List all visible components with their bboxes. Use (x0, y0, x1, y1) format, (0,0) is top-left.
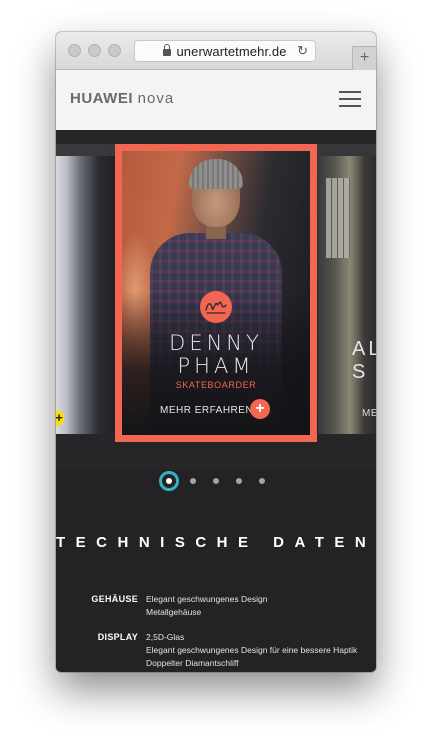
browser-window: unerwartetmehr.de ↻ + HUAWEI nova + AL S… (56, 32, 376, 672)
carousel-card-next[interactable]: AL S ME (318, 156, 376, 434)
person-beanie (189, 159, 243, 189)
next-card-name-line1: AL (352, 338, 376, 360)
zoom-window-button[interactable] (108, 44, 121, 57)
tech-specs-heading: TECHNISCHE DATEN (56, 534, 376, 551)
more-info-label: MEHR ERFAHREN (160, 405, 254, 416)
previous-card-plus-icon[interactable]: + (56, 410, 64, 426)
ambassador-photo: DENNY PHAM SKATEBOARDER MEHR ERFAHREN + (122, 151, 310, 435)
url-text: unerwartetmehr.de (176, 43, 287, 59)
close-window-button[interactable] (68, 44, 81, 57)
browser-titlebar: unerwartetmehr.de ↻ + (56, 32, 376, 70)
spec-value-line: 2,5D-Glas (146, 632, 185, 642)
carousel-dot-5[interactable] (259, 478, 265, 484)
lock-icon (163, 43, 172, 56)
logo-brand: HUAWEI (70, 90, 133, 107)
reload-icon[interactable]: ↻ (297, 44, 308, 58)
next-card-more-link[interactable]: ME (362, 408, 376, 419)
logo-model: nova (137, 90, 175, 107)
site-header: HUAWEI nova (56, 70, 376, 130)
huawei-nova-logo[interactable]: HUAWEI nova (70, 90, 174, 107)
carousel-dot-2[interactable] (190, 478, 196, 484)
spec-value-line: Elegant geschwungenes Design für eine be… (146, 645, 358, 655)
minimize-window-button[interactable] (88, 44, 101, 57)
signature-logo-icon (200, 291, 232, 323)
carousel-dot-3[interactable] (213, 478, 219, 484)
new-tab-button[interactable]: + (352, 46, 376, 70)
spec-label-housing: GEHÄUSE (91, 594, 138, 604)
spec-label-display: DISPLAY (97, 632, 138, 642)
more-info-link[interactable]: MEHR ERFAHREN + (122, 399, 310, 421)
ambassador-role: SKATEBOARDER (175, 380, 257, 390)
carousel-dot-4[interactable] (236, 478, 242, 484)
carousel-pagination (56, 470, 376, 492)
ambassador-carousel: + AL S ME DENNY (56, 130, 376, 470)
carousel-card-previous[interactable]: + (56, 156, 116, 434)
hamburger-menu-icon[interactable] (339, 91, 361, 107)
spec-value-line: Metallgehäuse (146, 607, 202, 617)
plus-icon[interactable]: + (250, 399, 270, 419)
next-card-photo-window (326, 178, 350, 258)
spec-value-line: Doppelter Diamantschliff (146, 658, 239, 668)
address-bar[interactable]: unerwartetmehr.de ↻ (134, 40, 316, 62)
ambassador-last-name: PHAM (177, 354, 255, 378)
next-card-name-line2: S (352, 361, 369, 383)
carousel-dot-1[interactable] (159, 471, 179, 491)
ambassador-first-name: DENNY (169, 331, 263, 355)
carousel-card-active[interactable]: DENNY PHAM SKATEBOARDER MEHR ERFAHREN + (115, 144, 317, 442)
spec-value-line: Elegant geschwungenes Design (146, 594, 268, 604)
